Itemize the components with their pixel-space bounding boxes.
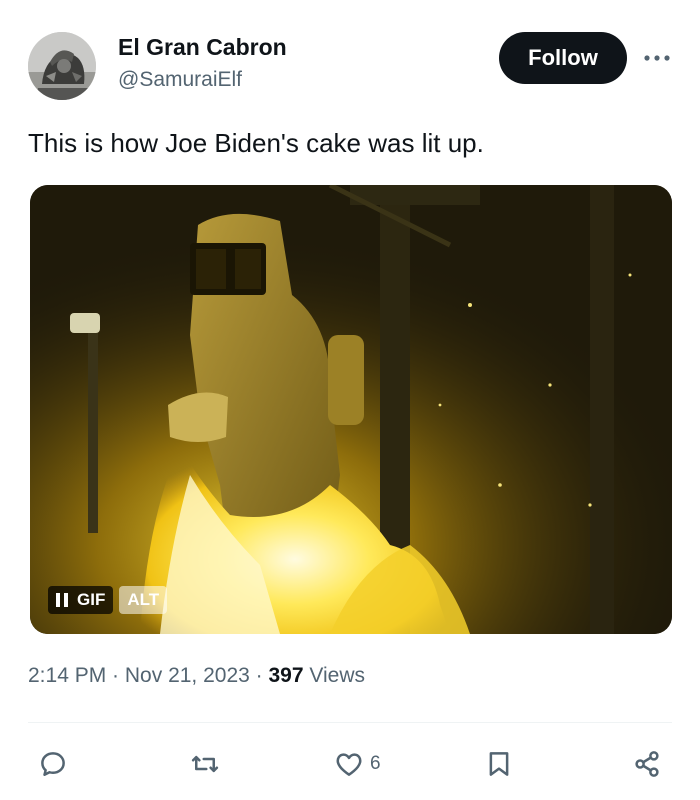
action-bar: 6 [0,742,700,786]
views-label[interactable]: Views [304,664,365,687]
share-icon [635,751,659,777]
author-handle[interactable]: @SamuraiElf [118,68,242,92]
gif-pause-button[interactable]: GIF [48,586,114,614]
retweet-button[interactable] [190,742,220,786]
more-horizontal-icon [644,55,670,61]
heart-icon [336,753,362,776]
tweet-text: This is how Joe Biden's cake was lit up. [28,128,484,158]
views-count[interactable]: 397 [269,664,304,687]
gif-frame-image [30,185,672,634]
tweet-meta: 2:14 PM · Nov 21, 2023 · 397 Views [28,664,365,688]
bookmark-icon [489,752,509,776]
tweet-card: El Gran Cabron @SamuraiElf Follow This i… [0,0,700,800]
pause-icon [56,593,68,607]
reply-button[interactable] [38,742,68,786]
like-button[interactable]: 6 [334,742,381,786]
follow-button[interactable]: Follow [499,32,627,84]
more-options-button[interactable] [640,44,674,72]
samurai-statue-avatar-icon [28,32,96,100]
share-button[interactable] [632,742,662,786]
tweet-date[interactable]: Nov 21, 2023 [125,664,250,687]
gif-controls: GIF ALT [48,586,168,614]
gif-media[interactable]: GIF ALT [30,185,672,634]
author-display-name[interactable]: El Gran Cabron [118,34,287,61]
reply-icon [41,752,65,776]
bookmark-button[interactable] [484,742,514,786]
meta-separator: · [106,664,125,687]
divider [28,722,672,723]
like-count: 6 [370,753,381,774]
tweet-time[interactable]: 2:14 PM [28,664,106,687]
retweet-icon [191,755,219,773]
alt-text-badge[interactable]: ALT [119,586,168,614]
gif-label: GIF [77,590,106,609]
meta-separator-2: · [249,664,269,687]
avatar[interactable] [28,32,96,100]
